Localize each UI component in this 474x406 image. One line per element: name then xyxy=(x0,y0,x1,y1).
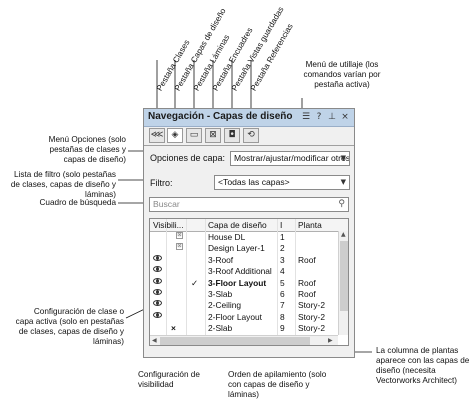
eye-icon[interactable] xyxy=(153,300,162,307)
tab-saved-views[interactable]: ◘ xyxy=(224,128,240,143)
stack-order: 4 xyxy=(280,266,285,277)
sheet-icon: ▭ xyxy=(189,130,199,140)
story-name: Story-2 xyxy=(298,300,325,311)
chevron-down-icon: ▼ xyxy=(340,154,346,162)
tab-viewports[interactable]: ⊠ xyxy=(205,128,221,143)
annotation-options-menu: Menú Opciones (solo pestañas de clases y… xyxy=(48,135,126,164)
filter-select-value: <Todas las capas> xyxy=(218,177,290,187)
stack-order: 1 xyxy=(280,232,285,242)
layers-table: Visibili... Capa de diseño I Planta ⊠ Hou… xyxy=(149,218,349,346)
layer-name: 3-Roof Additional xyxy=(208,266,272,277)
filter-select[interactable]: <Todas las capas> ▼ xyxy=(214,175,350,190)
stack-order: 5 xyxy=(280,277,285,288)
column-story[interactable]: Planta xyxy=(298,219,322,231)
stack-order: 9 xyxy=(280,323,285,334)
annotation-story-column: La columna de plantas aparece con las ca… xyxy=(376,346,470,385)
scroll-thumb[interactable] xyxy=(160,337,310,345)
vertical-scrollbar[interactable]: ▲ xyxy=(338,231,348,335)
chevron-down-icon: ▼ xyxy=(340,178,346,186)
scroll-right-icon[interactable]: ▶ xyxy=(328,337,333,344)
eye-icon[interactable] xyxy=(153,254,162,261)
stack-order: 6 xyxy=(280,289,285,299)
table-row[interactable]: ⊠ Design Layer-1 2 xyxy=(150,243,348,254)
viewport-icon: ⊠ xyxy=(209,130,217,140)
layer-name: 3-Slab xyxy=(208,289,233,299)
story-name: Story-2 xyxy=(298,311,325,322)
eye-icon[interactable] xyxy=(153,277,162,284)
story-name: Roof xyxy=(298,277,316,288)
column-stack[interactable]: I xyxy=(280,219,282,231)
pin-icon[interactable]: ⊥ xyxy=(327,112,337,122)
layer-name: 2-Slab xyxy=(208,323,233,334)
palette-titlebar[interactable]: Navegación - Capas de diseño ☰ ? ⊥ × xyxy=(144,109,354,127)
grayed-visibility-icon[interactable]: ⊠ xyxy=(176,243,183,251)
eye-icon[interactable] xyxy=(153,311,162,318)
navigation-palette: Navegación - Capas de diseño ☰ ? ⊥ × ⋘ ◈… xyxy=(143,108,355,358)
annotation-visibility-config: Configuración de visibilidad xyxy=(138,370,200,389)
filter-label: Filtro: xyxy=(150,178,173,188)
invisible-icon[interactable]: × xyxy=(171,323,176,334)
column-visibility[interactable]: Visibili... xyxy=(153,219,184,231)
scroll-thumb[interactable] xyxy=(340,241,348,311)
tab-sheets[interactable]: ▭ xyxy=(186,128,202,143)
story-name: Roof xyxy=(298,254,316,265)
stack-order: 3 xyxy=(280,254,285,265)
help-icon[interactable]: ? xyxy=(314,112,324,122)
classes-icon: ⋘ xyxy=(150,130,164,140)
tab-bar: ⋘ ◈ ▭ ⊠ ◘ ⟲ xyxy=(144,126,354,146)
table-row[interactable]: 2-Floor Layout 8 Story-2 xyxy=(150,311,348,323)
eye-icon[interactable] xyxy=(153,289,162,295)
options-select[interactable]: Mostrar/ajustar/modificar otros ▼ xyxy=(230,151,350,166)
story-name: Roof xyxy=(298,289,316,299)
layers-icon: ◈ xyxy=(171,130,179,140)
stack-order: 7 xyxy=(280,300,285,311)
search-icon[interactable]: ⚲ xyxy=(338,198,345,211)
table-row[interactable]: ⊠ House DL 1 xyxy=(150,232,348,243)
table-header: Visibili... Capa de diseño I Planta xyxy=(150,219,348,232)
story-name: Story-2 xyxy=(298,323,325,334)
scroll-left-icon[interactable]: ◀ xyxy=(152,337,157,344)
layer-name: 2-Ceiling xyxy=(208,300,242,311)
eye-icon[interactable] xyxy=(153,266,162,273)
tab-design-layers[interactable]: ◈ xyxy=(167,128,183,143)
annotation-utility-menu: Menú de utillaje (los comandos varían po… xyxy=(303,60,381,89)
saved-view-icon: ◘ xyxy=(228,130,236,140)
layer-name: 2-Floor Layout xyxy=(208,311,262,322)
options-select-value: Mostrar/ajustar/modificar otros xyxy=(234,153,350,163)
annotation-active-config: Configuración de clase o capa activa (so… xyxy=(15,307,124,346)
utility-menu-icon[interactable]: ☰ xyxy=(301,112,311,122)
table-row[interactable]: 3-Slab 6 Roof xyxy=(150,289,348,300)
table-row[interactable]: 3-Roof 3 Roof xyxy=(150,254,348,266)
reference-icon: ⟲ xyxy=(247,130,255,140)
search-input[interactable]: Buscar ⚲ xyxy=(149,197,349,212)
annotation-filter-list: Lista de filtro (solo pestañas de clases… xyxy=(10,170,116,199)
tab-references[interactable]: ⟲ xyxy=(243,128,259,143)
stack-order: 2 xyxy=(280,243,285,254)
palette-title: Navegación - Capas de diseño xyxy=(148,111,293,122)
layer-name: 3-Floor Layout xyxy=(208,277,267,288)
search-placeholder: Buscar xyxy=(153,199,180,209)
table-row[interactable]: 3-Roof Additional 4 xyxy=(150,266,348,277)
close-icon[interactable]: × xyxy=(340,112,350,122)
scroll-up-icon[interactable]: ▲ xyxy=(341,231,346,238)
layer-name: House DL xyxy=(208,232,246,242)
annotation-search-box: Cuadro de búsqueda xyxy=(39,198,116,207)
grayed-visibility-icon[interactable]: ⊠ xyxy=(176,232,183,239)
annotation-stacking-order: Orden de apilamiento (solo con capas de … xyxy=(228,370,327,399)
table-row[interactable]: × 2-Slab 9 Story-2 xyxy=(150,323,348,334)
horizontal-scrollbar[interactable]: ◀ ▶ xyxy=(150,335,338,345)
column-layer[interactable]: Capa de diseño xyxy=(208,219,267,231)
active-check-icon[interactable]: ✓ xyxy=(191,278,198,289)
layer-name: Design Layer-1 xyxy=(208,243,265,254)
options-label: Opciones de capa: xyxy=(150,153,226,163)
stack-order: 8 xyxy=(280,311,285,322)
layer-name: 3-Roof xyxy=(208,254,234,265)
table-row[interactable]: ✓ 3-Floor Layout 5 Roof xyxy=(150,277,348,289)
table-row[interactable]: 2-Ceiling 7 Story-2 xyxy=(150,300,348,311)
tab-classes[interactable]: ⋘ xyxy=(149,128,165,143)
